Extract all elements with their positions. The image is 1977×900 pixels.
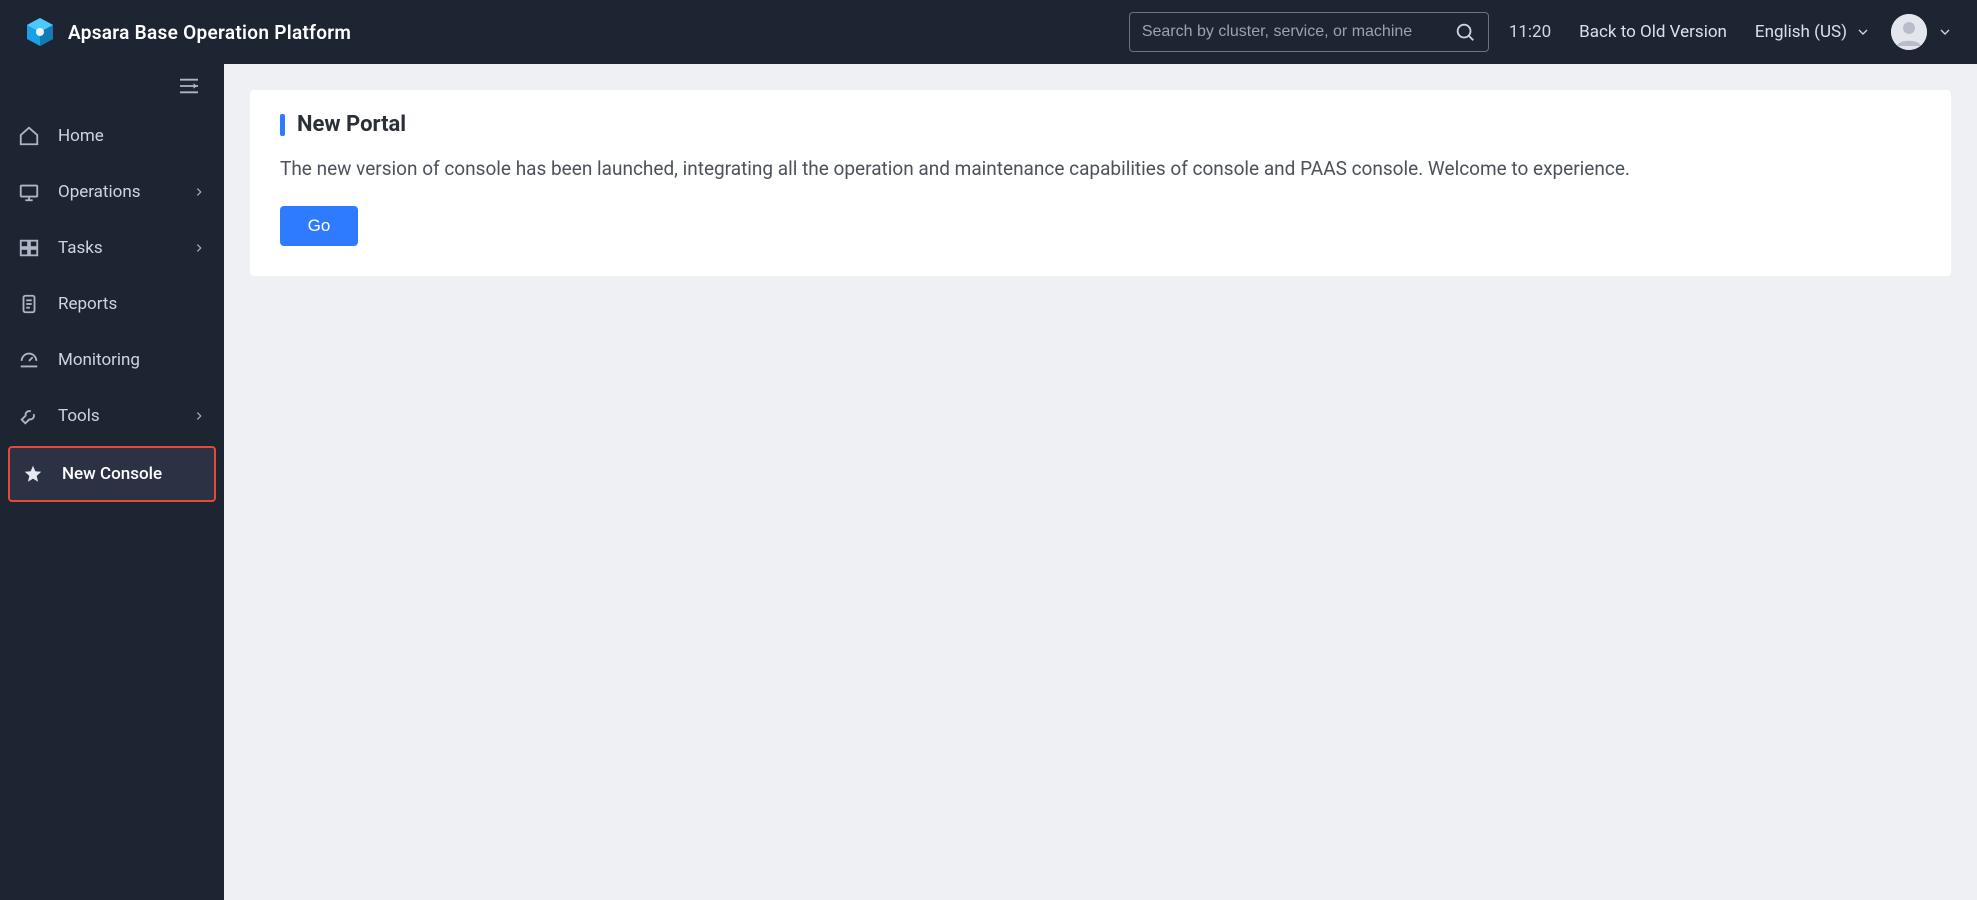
sidebar-nav: Home Operations Tasks Reports Monitoring Tool… bbox=[0, 108, 224, 504]
panel-title-row: New Portal bbox=[280, 112, 1921, 137]
language-label: English (US) bbox=[1755, 22, 1847, 42]
go-button[interactable]: Go bbox=[280, 206, 358, 246]
search-icon[interactable] bbox=[1454, 21, 1476, 43]
sidebar: Home Operations Tasks Reports Monitoring Tool… bbox=[0, 64, 224, 900]
star-icon bbox=[22, 463, 44, 485]
search-box[interactable] bbox=[1129, 12, 1489, 52]
reports-icon bbox=[18, 293, 40, 315]
sidebar-item-new-console[interactable]: New Console bbox=[8, 446, 216, 502]
chevron-right-icon bbox=[192, 409, 206, 423]
sidebar-item-label: Reports bbox=[58, 294, 206, 314]
sidebar-item-label: Operations bbox=[58, 182, 174, 202]
new-portal-panel: New Portal The new version of console ha… bbox=[250, 90, 1951, 276]
back-to-old-version-link[interactable]: Back to Old Version bbox=[1579, 22, 1727, 42]
brand-logo-icon bbox=[24, 16, 56, 48]
sidebar-item-reports[interactable]: Reports bbox=[0, 276, 224, 332]
panel-description: The new version of console has been laun… bbox=[280, 155, 1921, 184]
language-selector[interactable]: English (US) bbox=[1755, 22, 1871, 42]
sidebar-item-home[interactable]: Home bbox=[0, 108, 224, 164]
sidebar-item-label: New Console bbox=[62, 464, 196, 484]
header-time: 11:20 bbox=[1509, 22, 1551, 42]
sidebar-item-monitoring[interactable]: Monitoring bbox=[0, 332, 224, 388]
sidebar-collapse-row bbox=[0, 64, 224, 108]
app-header: Apsara Base Operation Platform 11:20 Bac… bbox=[0, 0, 1977, 64]
chevron-right-icon bbox=[192, 185, 206, 199]
chevron-down-icon bbox=[1855, 24, 1871, 40]
user-avatar[interactable] bbox=[1891, 14, 1927, 50]
operations-icon bbox=[18, 181, 40, 203]
monitoring-icon bbox=[18, 349, 40, 371]
sidebar-item-label: Tasks bbox=[58, 238, 174, 258]
user-avatar-icon bbox=[1891, 14, 1927, 50]
sidebar-item-label: Monitoring bbox=[58, 350, 206, 370]
chevron-down-icon[interactable] bbox=[1937, 24, 1953, 40]
title-accent-bar bbox=[280, 114, 285, 136]
search-input[interactable] bbox=[1142, 23, 1454, 41]
tools-icon bbox=[18, 405, 40, 427]
panel-title: New Portal bbox=[297, 112, 406, 137]
chevron-right-icon bbox=[192, 241, 206, 255]
sidebar-item-operations[interactable]: Operations bbox=[0, 164, 224, 220]
sidebar-item-label: Tools bbox=[58, 406, 174, 426]
sidebar-item-tasks[interactable]: Tasks bbox=[0, 220, 224, 276]
brand-title: Apsara Base Operation Platform bbox=[68, 21, 351, 44]
home-icon bbox=[18, 125, 40, 147]
sidebar-item-tools[interactable]: Tools bbox=[0, 388, 224, 444]
sidebar-collapse-icon[interactable] bbox=[178, 77, 200, 95]
tasks-icon bbox=[18, 237, 40, 259]
main-content: New Portal The new version of console ha… bbox=[224, 64, 1977, 900]
sidebar-item-label: Home bbox=[58, 126, 206, 146]
brand[interactable]: Apsara Base Operation Platform bbox=[24, 16, 351, 48]
